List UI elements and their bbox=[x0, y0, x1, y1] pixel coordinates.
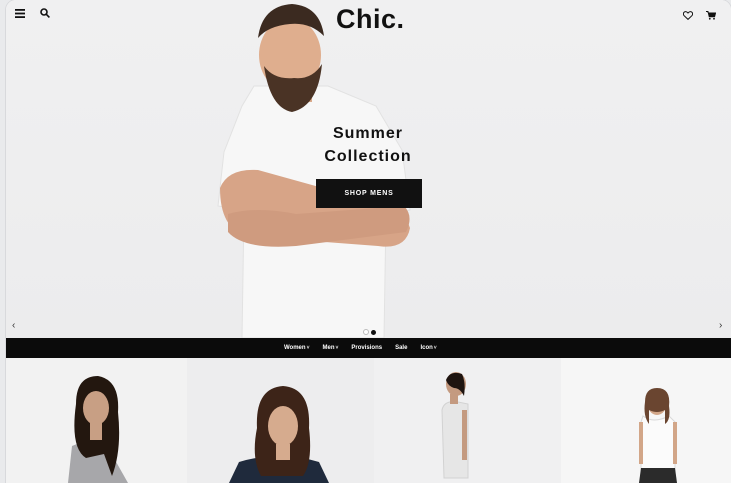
heart-icon[interactable] bbox=[683, 11, 693, 20]
nav-item-sale[interactable]: Sale bbox=[395, 345, 407, 351]
nav-items: Women˅ Men˅ Provisions Sale Icon˅ bbox=[284, 338, 437, 358]
chevron-down-icon: ˅ bbox=[433, 345, 437, 351]
product-image bbox=[639, 388, 677, 483]
hero-model-image bbox=[217, 4, 411, 338]
nav-item-provisions[interactable]: Provisions bbox=[351, 345, 382, 351]
nav-item-men[interactable]: Men˅ bbox=[322, 345, 338, 351]
product-tile[interactable] bbox=[561, 358, 731, 483]
product-grid bbox=[6, 358, 731, 483]
carousel-prev-arrow[interactable]: ‹ bbox=[12, 320, 15, 331]
product-image bbox=[441, 372, 469, 479]
carousel-dot[interactable] bbox=[363, 329, 369, 335]
site-logo[interactable]: Chic. bbox=[336, 4, 405, 35]
product-tile[interactable] bbox=[374, 358, 561, 483]
search-icon[interactable] bbox=[40, 8, 50, 18]
product-tile[interactable] bbox=[187, 358, 374, 483]
nav-item-icon[interactable]: Icon˅ bbox=[420, 345, 436, 351]
product-image bbox=[68, 376, 128, 483]
browser-frame: Chic. Summer Collection SHOP MENS ‹ › Wo… bbox=[6, 0, 731, 483]
nav-item-label: Provisions bbox=[351, 345, 383, 351]
menu-icon[interactable] bbox=[15, 9, 25, 18]
nav-item-label: Women bbox=[284, 345, 306, 351]
nav-item-label: Men bbox=[322, 345, 335, 351]
category-nav: Women˅ Men˅ Provisions Sale Icon˅ bbox=[6, 338, 731, 358]
cart-icon[interactable] bbox=[706, 11, 716, 20]
hero-banner: Chic. Summer Collection SHOP MENS ‹ › bbox=[6, 0, 731, 338]
chevron-down-icon: ˅ bbox=[335, 345, 339, 351]
carousel-dot[interactable] bbox=[371, 330, 376, 335]
shop-mens-button[interactable]: SHOP MENS bbox=[316, 179, 422, 208]
carousel-dots bbox=[362, 322, 377, 338]
nav-item-label: Sale bbox=[395, 345, 408, 351]
nav-item-women[interactable]: Women˅ bbox=[284, 345, 309, 351]
hero-title: Summer Collection bbox=[316, 122, 420, 168]
product-tile[interactable] bbox=[6, 358, 187, 483]
product-image bbox=[229, 386, 329, 483]
carousel-next-arrow[interactable]: › bbox=[719, 320, 722, 331]
nav-item-label: Icon bbox=[420, 345, 433, 351]
top-bar: Chic. bbox=[6, 0, 731, 34]
hero-title-line-2: Collection bbox=[324, 148, 412, 165]
hero-title-line-1: Summer bbox=[332, 125, 404, 142]
chevron-down-icon: ˅ bbox=[306, 345, 310, 351]
